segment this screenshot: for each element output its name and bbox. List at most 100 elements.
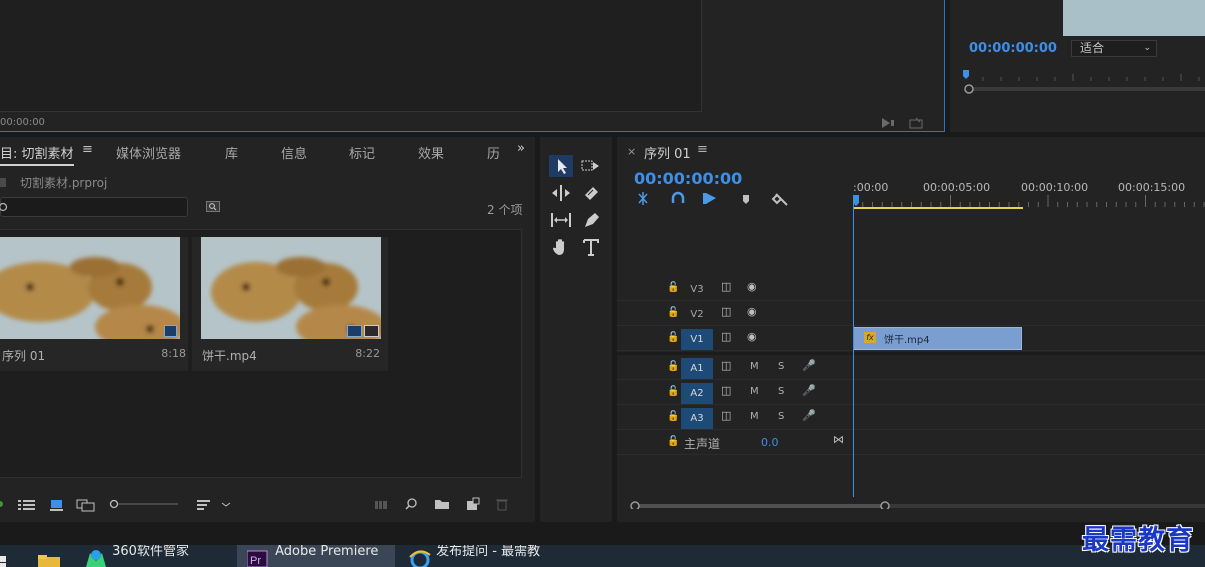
taskbar-item-browser[interactable]: 发布提问 - 最需教 <box>408 545 568 567</box>
track-header: 🔓 主声道 0.0 ⋈ <box>617 431 853 455</box>
track-master[interactable]: 🔓 主声道 0.0 ⋈ <box>617 431 1205 455</box>
mute-button[interactable]: M <box>750 386 759 397</box>
mute-button[interactable]: M <box>750 411 759 422</box>
track-v2[interactable]: 🔓 V2 ◫ ◉ <box>617 302 1205 326</box>
clip-name: 饼干.mp4 <box>884 335 930 346</box>
lock-icon[interactable]: 🔓 <box>667 361 679 372</box>
lock-icon[interactable]: 🔓 <box>667 307 679 318</box>
item-name[interactable]: 序列 01 <box>2 347 45 364</box>
eye-icon[interactable]: ◉ <box>747 330 757 343</box>
track-name[interactable]: V1 <box>681 329 713 350</box>
more-tabs-button[interactable]: » <box>517 141 525 156</box>
fit-select[interactable]: 适合 ⌄ <box>1071 40 1157 57</box>
track-name[interactable]: A2 <box>681 383 713 404</box>
project-action-icons[interactable] <box>372 496 512 512</box>
solo-button[interactable]: S <box>778 386 784 397</box>
tab-sequence[interactable]: 序列 01 <box>644 143 691 162</box>
lock-icon[interactable]: 🔓 <box>667 332 679 343</box>
sync-lock-icon[interactable]: ◫ <box>721 409 731 422</box>
tab-project[interactable]: 目: 切割素材 <box>0 143 74 166</box>
track-divider[interactable] <box>617 352 1205 355</box>
item-duration: 8:22 <box>355 347 380 360</box>
track-a3[interactable]: 🔓 A3 ◫ M S 🎤 <box>617 406 1205 430</box>
solo-button[interactable]: S <box>778 361 784 372</box>
track-name[interactable]: A3 <box>681 408 713 429</box>
export-frame-icons[interactable] <box>880 116 940 130</box>
source-timecode[interactable]: 00:00:00 <box>0 117 45 128</box>
track-a2[interactable]: 🔓 A2 ◫ M S 🎤 <box>617 381 1205 405</box>
panel-menu-icon[interactable]: ≡ <box>82 142 93 157</box>
tab-info[interactable]: 信息 <box>281 143 307 162</box>
tab-markers[interactable]: 标记 <box>349 143 375 162</box>
microphone-icon[interactable]: 🎤 <box>802 384 816 397</box>
timeline-zoom-scrollbar[interactable] <box>627 501 1205 509</box>
eye-icon[interactable]: ◉ <box>747 305 757 318</box>
track-name[interactable]: A1 <box>681 358 713 379</box>
tab-media-browser[interactable]: 媒体浏览器 <box>116 143 181 162</box>
hand-tool[interactable] <box>549 236 573 258</box>
master-track-label: 主声道 <box>684 437 721 451</box>
eye-icon[interactable]: ◉ <box>747 280 757 293</box>
track-select-tool[interactable] <box>579 155 603 177</box>
program-zoom-scrollbar[interactable] <box>963 84 1205 94</box>
project-search-input[interactable] <box>0 197 188 217</box>
razor-tool[interactable] <box>579 182 603 204</box>
premiere-app-icon: Pr <box>246 550 268 567</box>
sync-lock-icon[interactable]: ◫ <box>721 330 731 343</box>
tab-libraries[interactable]: 库 <box>225 143 238 162</box>
panel-menu-icon[interactable]: ≡ <box>697 142 708 157</box>
sequence-badge-icon <box>164 325 177 337</box>
project-item-sequence[interactable]: 序列 01 8:18 <box>0 237 188 371</box>
playhead[interactable] <box>853 199 854 497</box>
sync-lock-icon[interactable]: ◫ <box>721 384 731 397</box>
file-explorer-icon[interactable] <box>38 555 62 567</box>
tab-history[interactable]: 历 <box>487 143 499 162</box>
type-icon <box>583 239 599 256</box>
taskbar-item-360[interactable]: 360软件管家 <box>84 545 224 567</box>
pen-tool[interactable] <box>579 209 603 231</box>
track-name[interactable]: V3 <box>681 279 713 300</box>
lock-icon[interactable]: 🔓 <box>667 411 679 422</box>
sync-lock-icon[interactable]: ◫ <box>721 305 731 318</box>
taskbar-item-premiere[interactable]: Pr Adobe Premiere <box>237 545 395 567</box>
chevron-down-icon: ⌄ <box>1143 43 1151 53</box>
program-ruler[interactable] <box>963 70 1205 82</box>
master-volume-value[interactable]: 0.0 <box>761 436 779 449</box>
timeline-clip[interactable]: fx 饼干.mp4 <box>853 327 1022 350</box>
360-app-icon <box>86 550 106 567</box>
microphone-icon[interactable]: 🎤 <box>802 409 816 422</box>
program-timecode[interactable]: 00:00:00:00 <box>969 41 1057 56</box>
mute-button[interactable]: M <box>750 361 759 372</box>
lock-icon[interactable]: 🔓 <box>667 282 679 293</box>
work-area-bar[interactable] <box>853 207 1023 209</box>
timeline-toolbar[interactable] <box>635 191 795 207</box>
new-search-bin-icon[interactable] <box>206 201 220 212</box>
selection-tool[interactable] <box>549 155 573 177</box>
project-item-clip[interactable]: 饼干.mp4 8:22 <box>192 237 388 371</box>
tab-effects[interactable]: 效果 <box>418 143 444 162</box>
view-controls[interactable] <box>0 496 240 512</box>
close-icon[interactable]: × <box>627 145 636 158</box>
sync-lock-icon[interactable]: ◫ <box>721 359 731 372</box>
track-v1[interactable]: 🔓 V1 ◫ ◉ fx 饼干.mp4 <box>617 327 1205 351</box>
lock-icon[interactable]: 🔓 <box>667 436 679 447</box>
slip-icon <box>551 213 571 227</box>
track-header: 🔓 V2 ◫ ◉ <box>617 302 853 326</box>
lock-icon[interactable]: 🔓 <box>667 386 679 397</box>
track-a1[interactable]: 🔓 A1 ◫ M S 🎤 <box>617 356 1205 380</box>
windows-start-icon[interactable] <box>0 554 8 567</box>
solo-button[interactable]: S <box>778 411 784 422</box>
track-header: 🔓 A2 ◫ M S 🎤 <box>617 381 853 405</box>
type-tool[interactable] <box>579 236 603 258</box>
cookie-thumbnail <box>201 237 381 339</box>
item-name[interactable]: 饼干.mp4 <box>202 347 257 364</box>
sync-lock-icon[interactable]: ◫ <box>721 280 731 293</box>
microphone-icon[interactable]: 🎤 <box>802 359 816 372</box>
track-v3[interactable]: 🔓 V3 ◫ ◉ <box>617 277 1205 301</box>
go-to-end-icon[interactable]: ⋈ <box>833 433 844 446</box>
track-name[interactable]: V2 <box>681 304 713 325</box>
ripple-edit-tool[interactable] <box>549 182 573 204</box>
timeline-timecode[interactable]: 00:00:00:00 <box>634 169 742 188</box>
source-video-area <box>0 0 702 112</box>
slip-tool[interactable] <box>549 209 573 231</box>
